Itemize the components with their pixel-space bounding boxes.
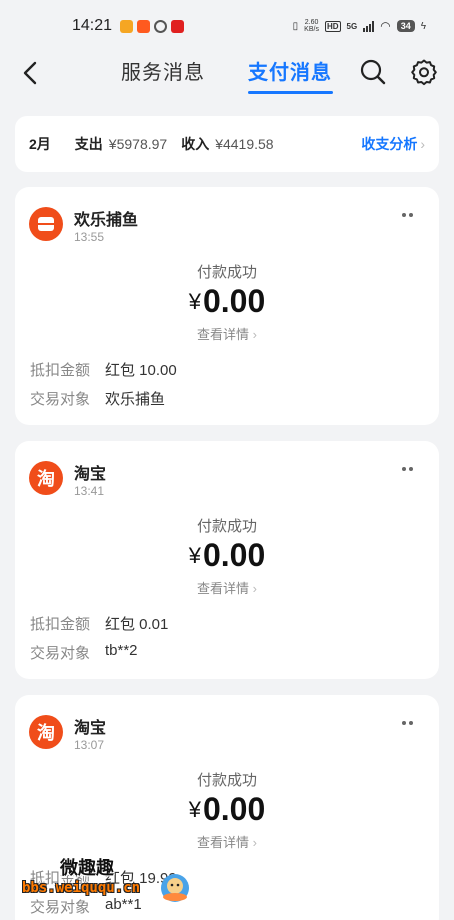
expense-label: 支出 — [74, 136, 103, 152]
app-notification-icon — [120, 19, 134, 33]
counterparty-label: 交易对象 — [30, 645, 91, 662]
mascot-icon — [161, 874, 189, 902]
network-label: 5G — [346, 21, 358, 31]
payment-time: 13:07 — [74, 738, 105, 752]
net-speed: 2.60 KB/s — [304, 19, 319, 33]
deduction-value: 红包 0.01 — [105, 616, 169, 633]
counterparty-row: 交易对象 tb**2 — [30, 642, 138, 663]
wifi-icon: ◠ — [380, 19, 391, 33]
hd-badge: HD — [324, 20, 341, 32]
deduction-row: 抵扣金额 红包 0.01 — [30, 613, 168, 634]
chevron-right-icon: › — [249, 327, 257, 342]
payment-card[interactable]: 欢乐捕鱼 13:55 付款成功 ¥0.00 查看详情 › 抵扣金额 红包 10.… — [15, 187, 439, 425]
battery-level: 34 — [396, 20, 415, 32]
currency-symbol: ¥ — [188, 543, 201, 568]
view-details-link[interactable]: 查看详情 › — [15, 578, 439, 597]
amount-value: 0.00 — [202, 537, 266, 573]
analysis-label: 收支分析 — [361, 136, 418, 152]
more-options-button[interactable] — [398, 209, 417, 221]
tab-service-messages[interactable]: 服务消息 — [121, 56, 205, 85]
deduction-label: 抵扣金额 — [30, 362, 91, 379]
status-time: 14:21 — [72, 17, 113, 34]
view-details-link[interactable]: 查看详情 › — [15, 832, 439, 851]
chevron-right-icon: › — [249, 835, 257, 850]
payment-card[interactable]: 淘 淘宝 13:41 付款成功 ¥0.00 查看详情 › 抵扣金额 红包 0.0… — [15, 441, 439, 679]
charging-icon: ϟ — [420, 20, 426, 32]
watermark-title: 微趣趣 — [60, 858, 114, 878]
app-notification-icon — [137, 19, 151, 33]
income-label: 收入 — [181, 136, 210, 152]
income-expense-analysis-link[interactable]: 收支分析 › — [361, 134, 425, 154]
active-tab-indicator — [248, 91, 333, 94]
header: 服务消息 支付消息 — [0, 52, 454, 96]
more-options-button[interactable] — [398, 463, 417, 475]
deduction-label: 抵扣金额 — [30, 616, 91, 633]
wechat-icon — [154, 19, 168, 33]
payment-amount: ¥0.00 — [15, 791, 439, 828]
signal-icon — [363, 20, 375, 32]
payment-status: 付款成功 — [196, 772, 257, 789]
monthly-summary: 2月 支出 ¥5978.97 收入 ¥4419.58 收支分析 › — [15, 116, 439, 172]
back-button[interactable] — [18, 58, 44, 88]
payment-time: 13:41 — [74, 484, 105, 498]
counterparty-value: 欢乐捕鱼 — [105, 391, 166, 408]
merchant-name: 淘宝 — [74, 720, 107, 737]
amount-value: 0.00 — [202, 283, 266, 319]
search-icon — [360, 59, 386, 85]
payment-amount: ¥0.00 — [15, 537, 439, 574]
payment-time: 13:55 — [74, 230, 105, 244]
amount-value: 0.00 — [202, 791, 266, 827]
chevron-right-icon: › — [420, 136, 425, 152]
currency-symbol: ¥ — [188, 797, 201, 822]
tab-payment-messages[interactable]: 支付消息 — [248, 56, 332, 85]
status-bar: 14:21 ▯ 2.60 KB/s HD 5G ◠ 34 ϟ — [0, 0, 454, 52]
deduction-value: 红包 10.00 — [105, 362, 177, 379]
income-amount: ¥4419.58 — [215, 136, 274, 152]
gear-icon — [411, 59, 437, 86]
app-notification-icon — [171, 19, 185, 33]
merchant-name: 淘宝 — [74, 466, 107, 483]
settings-button[interactable] — [410, 58, 438, 86]
notification-icons — [120, 19, 185, 33]
summary-month[interactable]: 2月 — [29, 134, 51, 154]
site-watermark: 微趣趣 bbs.weiququ.cn — [22, 854, 202, 914]
status-right: ▯ 2.60 KB/s HD 5G ◠ 34 ϟ — [293, 19, 426, 33]
taobao-logo-icon: 淘 — [29, 715, 63, 749]
currency-symbol: ¥ — [188, 289, 201, 314]
payment-amount: ¥0.00 — [15, 283, 439, 320]
more-options-button[interactable] — [398, 717, 417, 729]
counterparty-label: 交易对象 — [30, 391, 91, 408]
counterparty-row: 交易对象 欢乐捕鱼 — [30, 388, 165, 409]
vibrate-icon: ▯ — [292, 20, 299, 32]
taobao-logo-icon: 淘 — [29, 461, 63, 495]
counterparty-value: tb**2 — [105, 642, 138, 659]
fishing-game-logo-icon — [29, 207, 63, 241]
watermark-url: bbs.weiququ.cn — [22, 880, 141, 896]
payment-status: 付款成功 — [196, 518, 257, 535]
merchant-name: 欢乐捕鱼 — [74, 212, 139, 229]
search-button[interactable] — [359, 58, 387, 86]
expense-amount: ¥5978.97 — [108, 136, 168, 152]
payment-status: 付款成功 — [196, 264, 257, 281]
chevron-right-icon: › — [249, 581, 257, 596]
chevron-left-icon — [23, 61, 37, 85]
deduction-row: 抵扣金额 红包 10.00 — [30, 359, 177, 380]
view-details-link[interactable]: 查看详情 › — [15, 324, 439, 343]
